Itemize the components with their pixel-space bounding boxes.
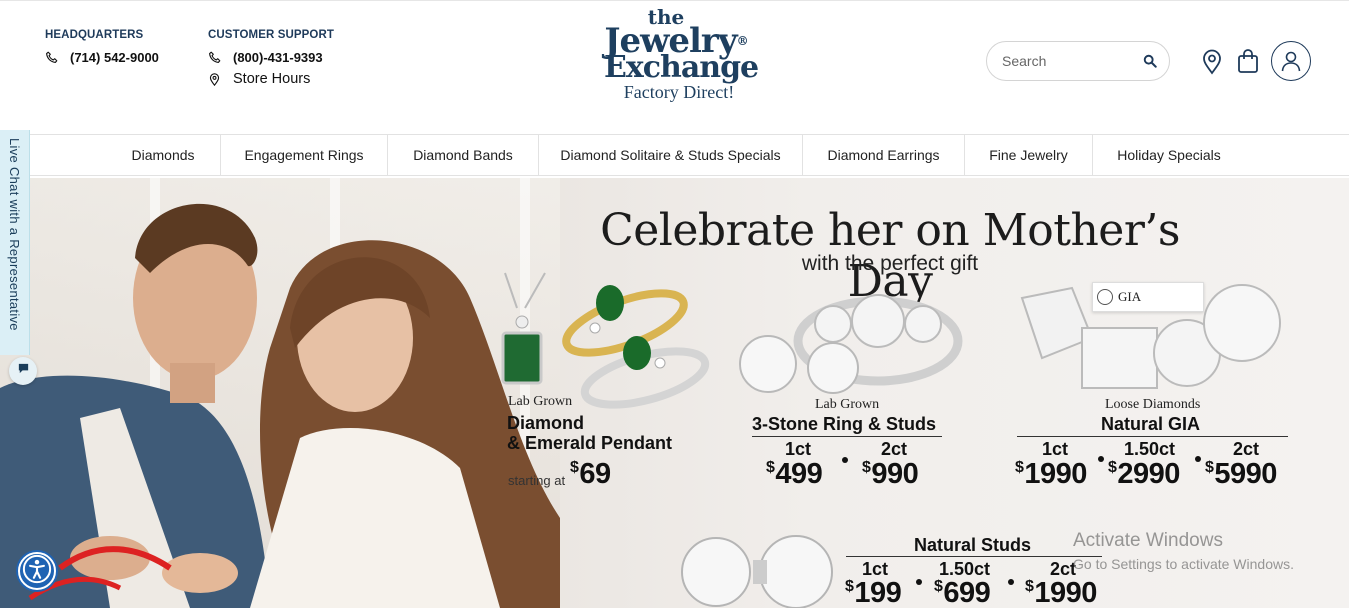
nav-item-diamond-bands[interactable]: Diamond Bands bbox=[388, 135, 539, 175]
customer-support-phone[interactable]: (800)-431-9393 bbox=[233, 50, 323, 65]
couple-photo bbox=[0, 203, 560, 608]
currency-symbol: $ bbox=[845, 578, 854, 595]
three-stone-label: Lab Grown bbox=[815, 397, 880, 412]
logo-exchange: Exchange bbox=[604, 50, 759, 85]
nav-item-solitaire-studs-specials[interactable]: Diamond Solitaire & Studs Specials bbox=[539, 135, 803, 175]
natural-studs-image bbox=[681, 535, 833, 608]
nav-item-holiday-specials[interactable]: Holiday Specials bbox=[1093, 135, 1245, 175]
three-stone-price-1-value: 499 bbox=[775, 458, 823, 490]
map-pin-icon bbox=[208, 72, 221, 86]
main-nav: Diamonds Engagement Rings Diamond Bands … bbox=[0, 134, 1349, 176]
currency-symbol: $ bbox=[1025, 578, 1034, 595]
logo-registered-mark: ® bbox=[736, 34, 749, 48]
user-account-icon[interactable] bbox=[1271, 41, 1311, 81]
gia-price-2-value: 2990 bbox=[1117, 458, 1180, 490]
divider-rule bbox=[846, 556, 1102, 557]
phone-icon bbox=[208, 51, 221, 64]
pendant-name-line1: Diamond bbox=[507, 413, 585, 433]
three-stone-size-1: 1ct bbox=[785, 439, 812, 459]
site-logo[interactable]: the Jewelry® Exchange Factory Direct! bbox=[596, 7, 759, 105]
customer-support-heading: CUSTOMER SUPPORT bbox=[208, 29, 334, 41]
three-stone-price-1: $499 bbox=[766, 458, 823, 491]
currency-symbol: $ bbox=[1015, 459, 1024, 476]
headquarters-heading: HEADQUARTERS bbox=[45, 29, 144, 41]
price-separator-dot bbox=[1098, 456, 1104, 462]
pendant-price-value: 69 bbox=[579, 458, 611, 490]
gia-label: Loose Diamonds bbox=[1105, 397, 1201, 412]
studs-price-1: $199 bbox=[845, 577, 902, 608]
logo-tagline: Factory Direct! bbox=[623, 82, 735, 102]
pendant-price: $69 bbox=[570, 458, 611, 491]
three-stone-name: 3-Stone Ring & Studs bbox=[752, 414, 936, 434]
gia-name: Natural GIA bbox=[1101, 414, 1201, 434]
customer-support-phone-link[interactable]: (800)-431-9393 bbox=[208, 49, 334, 65]
gia-size-1: 1ct bbox=[1042, 439, 1069, 459]
headquarters-phone-link[interactable]: (714) 542-9000 bbox=[45, 49, 159, 65]
gia-price-3-value: 5990 bbox=[1214, 458, 1277, 490]
hero-banner[interactable]: Celebrate her on Mother’s Day with the p… bbox=[0, 178, 1349, 608]
nav-item-fine-jewelry[interactable]: Fine Jewelry bbox=[965, 135, 1093, 175]
studs-price-2: $699 bbox=[934, 577, 991, 608]
divider-rule bbox=[752, 436, 942, 437]
three-stone-price-2: $990 bbox=[862, 458, 919, 491]
price-separator-dot bbox=[842, 457, 848, 463]
pendant-label: Lab Grown bbox=[508, 394, 573, 409]
windows-activation-watermark: Activate Windows Go to Settings to activ… bbox=[1073, 530, 1294, 572]
headquarters-contact: HEADQUARTERS (714) 542-9000 bbox=[45, 29, 159, 65]
headquarters-phone[interactable]: (714) 542-9000 bbox=[70, 50, 159, 65]
studs-price-1-value: 199 bbox=[854, 577, 902, 608]
currency-symbol: $ bbox=[570, 459, 579, 476]
live-chat-label[interactable]: Live Chat with a Representative bbox=[7, 138, 22, 331]
pendant-name-line2: & Emerald Pendant bbox=[507, 433, 673, 453]
nav-item-diamond-earrings[interactable]: Diamond Earrings bbox=[803, 135, 965, 175]
pendant-starting-at: starting at bbox=[508, 473, 566, 488]
studs-name: Natural Studs bbox=[914, 535, 1032, 555]
accessibility-button[interactable] bbox=[18, 552, 56, 590]
currency-symbol: $ bbox=[766, 459, 775, 476]
price-separator-dot bbox=[916, 579, 922, 585]
store-hours-link[interactable]: Store Hours bbox=[208, 71, 334, 87]
currency-symbol: $ bbox=[862, 459, 871, 476]
gia-tag-text: GIA bbox=[1118, 289, 1142, 304]
page: HEADQUARTERS (714) 542-9000 CUSTOMER SUP… bbox=[0, 0, 1349, 608]
watermark-subtitle: Go to Settings to activate Windows. bbox=[1073, 556, 1294, 572]
search-box bbox=[986, 41, 1170, 81]
studs-price-3-value: 1990 bbox=[1034, 577, 1097, 608]
nav-item-diamonds[interactable]: Diamonds bbox=[106, 135, 221, 175]
customer-support-contact: CUSTOMER SUPPORT (800)-431-9393 Store Ho… bbox=[208, 29, 334, 87]
watermark-title: Activate Windows bbox=[1073, 530, 1223, 551]
currency-symbol: $ bbox=[1205, 459, 1214, 476]
site-header: HEADQUARTERS (714) 542-9000 CUSTOMER SUP… bbox=[0, 0, 1349, 134]
gia-price-2: $2990 bbox=[1108, 458, 1180, 491]
search-input[interactable] bbox=[1002, 53, 1142, 69]
price-separator-dot bbox=[1008, 579, 1014, 585]
shopping-bag-icon[interactable] bbox=[1237, 48, 1259, 74]
gia-price-1-value: 1990 bbox=[1024, 458, 1087, 490]
gia-size-3: 2ct bbox=[1233, 439, 1260, 459]
three-stone-price-2-value: 990 bbox=[871, 458, 919, 490]
three-stone-size-2: 2ct bbox=[881, 439, 908, 459]
gia-certificate-tag: GIA bbox=[1092, 282, 1204, 312]
live-chat-button[interactable] bbox=[9, 357, 37, 385]
gia-size-2: 1.50ct bbox=[1124, 439, 1176, 459]
divider-rule bbox=[1017, 436, 1288, 437]
chat-bubble-icon bbox=[17, 362, 30, 380]
gia-seal-icon bbox=[1097, 289, 1113, 305]
gia-price-1: $1990 bbox=[1015, 458, 1087, 491]
studs-price-3: $1990 bbox=[1025, 577, 1097, 608]
three-stone-ring-image bbox=[739, 294, 963, 394]
nav-item-engagement-rings[interactable]: Engagement Rings bbox=[221, 135, 388, 175]
search-icon[interactable] bbox=[1143, 54, 1157, 68]
currency-symbol: $ bbox=[1108, 459, 1117, 476]
price-separator-dot bbox=[1195, 456, 1201, 462]
store-hours-label[interactable]: Store Hours bbox=[233, 71, 310, 87]
phone-icon bbox=[45, 51, 58, 64]
gia-price-3: $5990 bbox=[1205, 458, 1277, 491]
accessibility-icon bbox=[22, 554, 52, 589]
studs-price-2-value: 699 bbox=[943, 577, 991, 608]
currency-symbol: $ bbox=[934, 578, 943, 595]
location-icon[interactable] bbox=[1201, 49, 1223, 75]
live-chat-tab[interactable]: Live Chat with a Representative bbox=[0, 130, 30, 355]
